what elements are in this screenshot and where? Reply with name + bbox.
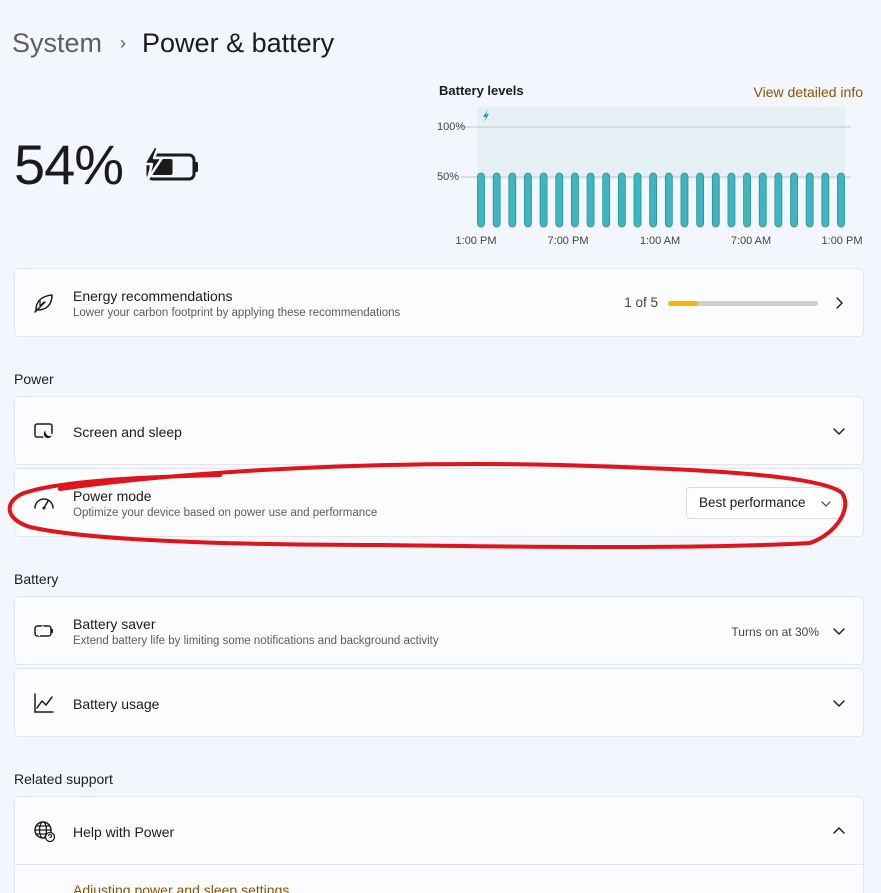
speedometer-icon — [34, 497, 54, 509]
energy-title: Energy recommendations — [73, 288, 233, 304]
y-tick-50: 50% — [437, 171, 460, 183]
screen-and-sleep-title: Screen and sleep — [73, 424, 182, 440]
screen-sleep-icon — [34, 422, 54, 440]
battery-saver-status: Turns on at 30% — [731, 625, 819, 639]
breadcrumb-separator: › — [120, 33, 127, 53]
battery-level-bar — [602, 172, 611, 228]
battery-level-bar — [617, 172, 626, 228]
x-tick-label: 1:00 AM — [639, 235, 681, 247]
battery-level-bar — [821, 172, 830, 228]
battery-level-bar — [805, 172, 814, 228]
chevron-down-icon[interactable] — [831, 423, 847, 439]
progress-fill — [668, 301, 698, 306]
view-detailed-info-link[interactable]: View detailed info — [754, 84, 863, 100]
energy-subtitle: Lower your carbon footprint by applying … — [73, 307, 401, 319]
recommendations-progress-text: 1 of 5 — [624, 295, 658, 310]
battery-level-bar — [837, 172, 845, 228]
battery-level-bar — [696, 172, 705, 228]
line-chart-icon — [34, 692, 54, 713]
battery-usage-title: Battery usage — [73, 696, 160, 712]
chevron-up-icon[interactable] — [831, 823, 847, 839]
battery-saver-title: Battery saver — [73, 616, 156, 632]
battery-level-bar — [743, 172, 751, 228]
x-tick-label: 7:00 PM — [547, 235, 589, 247]
battery-level-bar — [680, 172, 689, 228]
battery-level-bar — [508, 172, 517, 228]
battery-level-bar — [477, 172, 485, 228]
x-tick-label: 1:00 PM — [821, 235, 863, 247]
battery-charging-icon — [142, 145, 198, 181]
breadcrumb-system-link[interactable]: System — [12, 28, 102, 59]
battery-percentage: 54% — [14, 133, 124, 196]
battery-saver-card[interactable]: Battery saver Extend battery life by lim… — [14, 596, 864, 665]
y-tick-100: 100% — [437, 121, 466, 133]
adjusting-power-sleep-link[interactable]: Adjusting power and sleep settings — [73, 882, 289, 893]
battery-level-bar — [492, 172, 501, 228]
help-with-power-title: Help with Power — [73, 824, 175, 840]
battery-saver-subtitle: Extend battery life by limiting some not… — [73, 635, 439, 647]
chevron-down-icon[interactable] — [831, 695, 847, 711]
chart-title: Battery levels — [439, 83, 524, 98]
battery-level-bar — [774, 172, 783, 228]
chevron-right-icon[interactable] — [831, 295, 847, 311]
page-title: Power & battery — [142, 28, 335, 58]
battery-level-bar — [555, 172, 564, 228]
battery-level-bar — [524, 172, 532, 228]
battery-level-bar — [586, 172, 595, 228]
power-mode-subtitle: Optimize your device based on power use … — [73, 507, 378, 519]
power-mode-title: Power mode — [73, 488, 152, 504]
battery-saver-icon — [34, 624, 53, 637]
section-battery-label: Battery — [14, 571, 59, 587]
battery-level-bar — [571, 172, 579, 228]
battery-level-bar — [790, 172, 798, 228]
battery-levels-chart: 100% 50% 1:00 PM 7:00 PM 1:00 AM 7:00 AM… — [433, 100, 873, 260]
recommendations-progress-bar — [668, 301, 818, 306]
power-mode-selected: Best performance — [699, 495, 806, 510]
chevron-down-icon[interactable] — [831, 623, 847, 639]
section-related-support-label: Related support — [14, 771, 113, 787]
help-with-power-card[interactable]: Help with Power — [14, 796, 864, 865]
leaf-icon — [34, 293, 53, 313]
energy-recommendations-card[interactable]: Energy recommendations Lower your carbon… — [14, 268, 864, 337]
battery-level-bar — [758, 172, 767, 228]
battery-level-bar — [633, 172, 642, 228]
globe-help-icon — [34, 820, 56, 842]
section-power-label: Power — [14, 371, 54, 387]
x-tick-label: 1:00 PM — [455, 235, 497, 247]
power-mode-dropdown[interactable]: Best performance — [686, 487, 842, 519]
battery-level-bar — [664, 172, 673, 228]
power-mode-card: Power mode Optimize your device based on… — [14, 468, 864, 537]
x-tick-label: 7:00 AM — [730, 235, 772, 247]
battery-usage-card[interactable]: Battery usage — [14, 668, 864, 737]
chevron-down-icon — [821, 501, 831, 507]
battery-level-bar — [649, 172, 658, 228]
screen-and-sleep-card[interactable]: Screen and sleep — [14, 396, 864, 465]
battery-level-bar — [539, 172, 548, 228]
battery-level-bar — [727, 172, 736, 228]
breadcrumb: System › Power & battery — [12, 28, 334, 59]
battery-level-bar — [711, 172, 720, 228]
